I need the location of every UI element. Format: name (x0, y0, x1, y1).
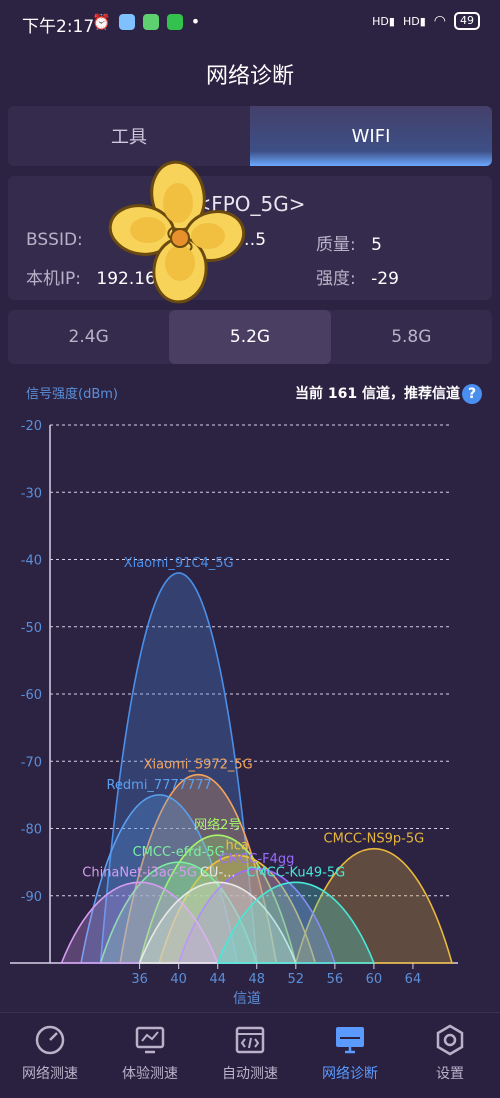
code-window-icon (235, 1026, 265, 1054)
series-label: CMCC-Ku49-5G (246, 865, 345, 880)
quality-row: 质量: 5 (316, 230, 382, 255)
tab-wifi[interactable]: WIFI (250, 106, 492, 166)
strength-row: 强度: -29 (316, 264, 399, 289)
series-label: Xiaomi_5972_5G (144, 758, 253, 773)
y-tick-label: -80 (21, 823, 42, 838)
x-tick-label: 40 (170, 972, 187, 987)
series-label: Redmi_7777777 (106, 778, 211, 793)
gauge-icon (35, 1025, 65, 1055)
ssid: <FPO_5G> (194, 192, 306, 216)
status-notification-icons: ⏰ • (92, 12, 200, 31)
x-tick-label: 44 (209, 972, 226, 987)
nav-label: 设置 (436, 1066, 464, 1082)
wifi-icon: ◠ (433, 13, 446, 29)
nav-experience-test[interactable]: 体验测速 (100, 1013, 200, 1098)
x-tick-label: 52 (288, 972, 305, 987)
nav-label: 体验测速 (122, 1066, 178, 1082)
bssid-label: BSSID: (26, 230, 83, 250)
y-tick-label: -70 (21, 755, 42, 770)
wechat-icon (166, 13, 183, 30)
status-right: HD▮ HD▮ ◠ 49 (372, 12, 480, 30)
ip-label: 本机IP: (26, 269, 81, 289)
signal-icon: HD▮ (372, 14, 395, 28)
x-tick-label: 64 (405, 972, 422, 987)
current-channel-text: 当前 161 信道，推荐信道 (295, 386, 460, 402)
y-tick-label: -50 (21, 621, 42, 636)
series-label: ChinaNet-i3ac-5G (82, 865, 197, 880)
nav-speed-test[interactable]: 网络测速 (0, 1013, 100, 1098)
chart-y-label: 信号强度(dBm) (26, 387, 118, 402)
band-selector: 2.4G 5.2G 5.8G (8, 310, 492, 364)
status-bar: 下午2:17 ⏰ • HD▮ HD▮ ◠ 49 (0, 0, 500, 46)
series-label: CU-... (200, 865, 236, 880)
series-label: Xiaomi_91C4_5G (124, 556, 234, 571)
app-notification-icon-2 (142, 13, 159, 30)
status-time: 下午2:17 (22, 17, 95, 37)
tab-tools[interactable]: 工具 (8, 106, 250, 166)
flower-sticker-icon (108, 160, 246, 304)
dot-icon: • (190, 12, 201, 31)
nav-auto-test[interactable]: 自动测速 (200, 1013, 300, 1098)
computer-icon (336, 1027, 364, 1054)
battery-icon: 49 (454, 12, 480, 30)
y-tick-label: -60 (21, 688, 42, 703)
strength-label: 强度: (316, 269, 356, 289)
signal-icon-2: HD▮ (402, 14, 426, 28)
quality-value: 5 (371, 235, 382, 255)
channel-chart: -20 -30 -40 -50 -60 -70 -80 -90 Xiaomi_91C4_5G Xi… (10, 419, 458, 1005)
nav-network-diagnosis[interactable]: 网络诊断 (300, 1013, 400, 1098)
help-icon[interactable]: ? (462, 384, 482, 404)
alarm-icon: ⏰ (92, 12, 111, 31)
y-tick-label: -30 (21, 486, 42, 501)
wifi-info-panel: <FPO_5G> BSSID: …5 质量: 5 本机IP: 192.16…2 … (8, 176, 492, 300)
nav-label: 网络测速 (22, 1066, 78, 1082)
band-2-4g[interactable]: 2.4G (8, 310, 169, 364)
mode-tabs: 工具 WIFI (8, 106, 492, 166)
band-5-8g[interactable]: 5.8G (331, 310, 492, 364)
quality-label: 质量: (316, 235, 356, 255)
series-label: CMCC-efrd-5G (133, 845, 225, 860)
nav-settings[interactable]: 设置 (400, 1013, 500, 1098)
x-axis-label: 信道 (233, 991, 261, 1005)
app-notification-icon (118, 13, 135, 30)
x-tick-label: 36 (131, 972, 148, 987)
series-label: 网络2号 (194, 817, 241, 833)
x-tick-label: 48 (248, 972, 265, 987)
nav-label: 自动测速 (222, 1066, 278, 1082)
x-tick-label: 60 (366, 972, 383, 987)
y-tick-label: -40 (21, 554, 42, 569)
nav-label: 网络诊断 (322, 1066, 378, 1082)
page-title: 网络诊断 (205, 64, 294, 89)
band-5-2g[interactable]: 5.2G (169, 310, 331, 364)
y-tick-label: -20 (21, 419, 42, 434)
y-tick-label: -90 (21, 890, 42, 905)
bottom-nav: 网络测速 体验测速 自动测速 网络诊断 设置 (0, 1012, 500, 1098)
strength-value: -29 (371, 269, 399, 289)
x-tick-label: 56 (327, 972, 344, 987)
series-label: CMCC-NS9p-5G (324, 832, 425, 847)
monitor-chart-icon (135, 1026, 165, 1054)
hexagon-settings-icon (436, 1024, 464, 1056)
